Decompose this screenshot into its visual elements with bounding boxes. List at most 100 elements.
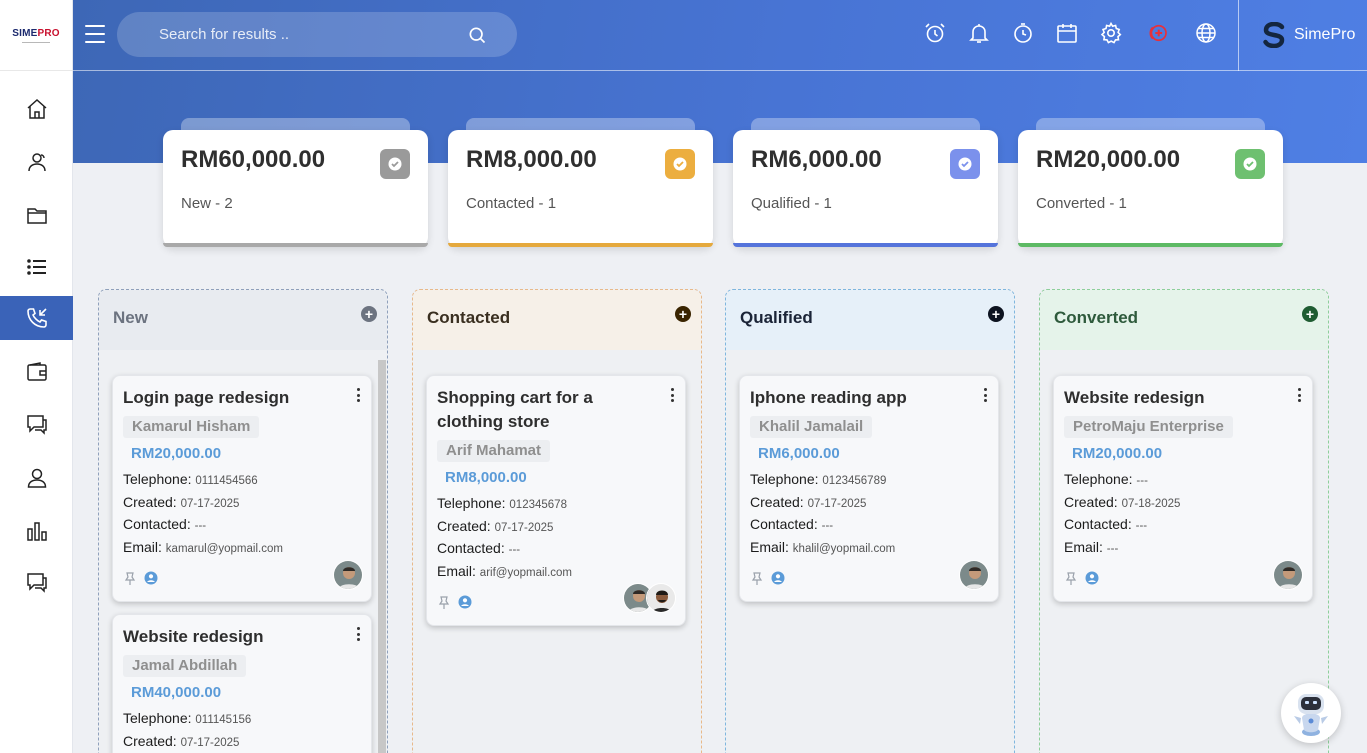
lead-card[interactable]: Shopping cart for a clothing store Arif … [426, 375, 686, 626]
email-field: Email: khalil@yopmail.com [750, 539, 896, 555]
contact-pill: Jamal Abdillah [123, 655, 247, 677]
column-title: Qualified [740, 308, 813, 327]
avatar[interactable] [646, 583, 676, 613]
nav-messages[interactable] [0, 560, 73, 604]
telephone-field: Telephone: 011145156 [123, 710, 252, 726]
created-field: Created: 07-17-2025 [750, 494, 867, 510]
summary-card-new[interactable]: RM60,000.00 New - 2 [163, 130, 428, 247]
nav-reports[interactable] [0, 509, 73, 553]
more-options-icon[interactable] [355, 627, 361, 641]
nav-contacts[interactable] [0, 140, 73, 184]
column-scrollbar[interactable] [378, 360, 386, 753]
nav-folder[interactable] [0, 193, 73, 237]
contact-pill: Arif Mahamat [437, 440, 551, 462]
summary-card-qualified[interactable]: RM6,000.00 Qualified - 1 [733, 130, 998, 247]
summary-card-contacted[interactable]: RM8,000.00 Contacted - 1 [448, 130, 713, 247]
telephone-field: Telephone: 012345678 [437, 495, 567, 511]
contacted-field: Contacted: --- [437, 540, 521, 556]
search-icon[interactable] [467, 25, 487, 45]
add-lead-icon[interactable]: + [1302, 306, 1318, 322]
nav-home[interactable] [0, 87, 73, 131]
email-field: Email: arif@yopmail.com [437, 563, 572, 579]
nav-list[interactable] [0, 245, 73, 289]
alarm-button[interactable] [922, 20, 948, 46]
avatar[interactable] [1273, 560, 1303, 590]
folder-icon [26, 208, 47, 224]
created-field: Created: 07-17-2025 [437, 518, 554, 534]
add-lead-icon[interactable]: + [675, 306, 691, 322]
notifications-button[interactable] [966, 20, 992, 46]
pin-icon[interactable] [437, 596, 451, 610]
add-lead-icon[interactable]: + [988, 306, 1004, 322]
add-button[interactable] [1144, 20, 1170, 46]
language-button[interactable] [1193, 20, 1219, 46]
summary-card-converted[interactable]: RM20,000.00 Converted - 1 [1018, 130, 1283, 247]
summary-accent-bar [1018, 243, 1283, 247]
more-options-icon[interactable] [669, 388, 675, 402]
nav-wallet[interactable] [0, 350, 73, 394]
chatbot-button[interactable] [1281, 683, 1341, 743]
list-icon [26, 259, 46, 275]
person-circle-icon[interactable] [1085, 571, 1099, 585]
calendar-icon [1057, 24, 1077, 43]
more-options-icon[interactable] [355, 388, 361, 402]
summary-accent-bar [163, 243, 428, 247]
lead-card[interactable]: Website redesign Jamal Abdillah RM40,000… [112, 614, 372, 753]
lead-card[interactable]: Website redesign PetroMaju Enterprise RM… [1053, 375, 1313, 602]
pin-icon[interactable] [750, 572, 764, 586]
telephone-field: Telephone: 0123456789 [750, 471, 887, 487]
summary-label: Contacted - 1 [466, 195, 557, 212]
gear-icon [1100, 21, 1122, 44]
chat-icon [26, 573, 47, 593]
topbar: SimePro [73, 0, 1367, 71]
nav-chat[interactable] [0, 402, 73, 446]
created-field: Created: 07-17-2025 [123, 733, 240, 749]
search-input[interactable] [159, 26, 439, 43]
pin-icon[interactable] [123, 572, 137, 586]
timer-icon [1014, 23, 1032, 43]
pin-icon[interactable] [1064, 572, 1078, 586]
search-bar [117, 12, 517, 57]
summary-amount: RM6,000.00 [751, 146, 882, 173]
logo[interactable]: SIMEPRO [0, 0, 72, 71]
nav-leads[interactable] [0, 296, 73, 340]
person-circle-icon[interactable] [458, 595, 472, 609]
more-options-icon[interactable] [982, 388, 988, 402]
more-options-icon[interactable] [1296, 388, 1302, 402]
check-badge-icon [380, 149, 410, 179]
summary-label: Converted - 1 [1036, 195, 1127, 212]
brand-s-icon [1263, 22, 1285, 48]
avatar[interactable] [333, 560, 363, 590]
timer-button[interactable] [1010, 20, 1036, 46]
menu-toggle-icon[interactable] [85, 24, 105, 44]
telephone-field: Telephone: 0111454566 [123, 471, 258, 487]
person-circle-icon[interactable] [144, 571, 158, 585]
lead-card[interactable]: Iphone reading app Khalil Jamalail RM6,0… [739, 375, 999, 602]
lead-amount: RM8,000.00 [445, 469, 527, 486]
lead-card[interactable]: Login page redesign Kamarul Hisham RM20,… [112, 375, 372, 602]
settings-button[interactable] [1098, 20, 1124, 46]
add-lead-icon[interactable]: + [361, 306, 377, 322]
contact-pill: Khalil Jamalail [750, 416, 873, 438]
lead-amount: RM20,000.00 [1072, 445, 1163, 462]
created-field: Created: 07-18-2025 [1064, 494, 1181, 510]
contacted-field: Contacted: --- [1064, 516, 1148, 532]
column-title: New [113, 308, 148, 327]
header-divider [1238, 0, 1239, 71]
user-menu[interactable]: SimePro [1262, 22, 1355, 48]
contacted-field: Contacted: --- [123, 516, 207, 532]
lead-amount: RM6,000.00 [758, 445, 840, 462]
summary-amount: RM60,000.00 [181, 146, 326, 173]
avatar[interactable] [959, 560, 989, 590]
column-header: Converted + [1040, 290, 1328, 350]
telephone-field: Telephone: --- [1064, 471, 1148, 487]
summary-accent-bar [733, 243, 998, 247]
summary-amount: RM20,000.00 [1036, 146, 1181, 173]
wallet-icon [26, 362, 47, 381]
lead-title: Website redesign [1064, 388, 1205, 407]
column-header: New + [99, 290, 387, 350]
sidebar: SIMEPRO [0, 0, 73, 753]
calendar-button[interactable] [1054, 20, 1080, 46]
nav-user[interactable] [0, 456, 73, 500]
person-circle-icon[interactable] [771, 571, 785, 585]
